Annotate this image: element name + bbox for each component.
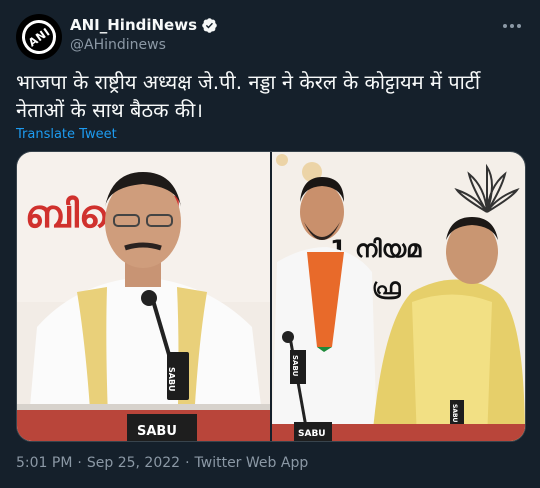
photo-1-desk-label: SABU xyxy=(137,424,177,439)
author-name-row[interactable]: ANI_HindiNews xyxy=(70,16,218,34)
author-display-name[interactable]: ANI_HindiNews xyxy=(70,16,197,34)
tweet-meta: 5:01 PM · Sep 25, 2022 · Twitter Web App xyxy=(16,455,308,471)
tweet-source[interactable]: Twitter Web App xyxy=(195,455,309,471)
avatar[interactable]: ANI xyxy=(16,14,62,60)
photo-1[interactable]: ബിജെപി SABU SABU xyxy=(17,152,270,441)
author-handle[interactable]: @AHindinews xyxy=(70,37,166,53)
meta-separator: · xyxy=(77,455,82,471)
more-options-button[interactable] xyxy=(500,14,524,38)
tweet-time[interactable]: 5:01 PM xyxy=(16,455,72,471)
photo-2-image: 1 നിയമ ഫ്ര SABU SABU SABU xyxy=(272,152,525,441)
ani-logo: ANI xyxy=(16,14,62,60)
meta-separator: · xyxy=(185,455,190,471)
translate-tweet-link[interactable]: Translate Tweet xyxy=(16,127,117,142)
photo-1-mic-label: SABU xyxy=(167,367,176,392)
photo-2[interactable]: 1 നിയമ ഫ്ര SABU SABU SABU xyxy=(272,152,525,441)
tweet-text: भाजपा के राष्ट्रीय अध्यक्ष जे.पी. नड्डा … xyxy=(16,70,481,122)
media-grid[interactable]: ബിജെപി SABU SABU 1 നിയമ ഫ്ര SABU SABU SA… xyxy=(16,151,526,442)
tweet-date[interactable]: Sep 25, 2022 xyxy=(87,455,180,471)
tweet[interactable]: ANI ANI_HindiNews @AHindinews भाजपा के र… xyxy=(0,0,540,488)
avatar-logo-text: ANI xyxy=(25,24,53,50)
photo-2-banner-line2: ഫ്ര xyxy=(372,275,401,300)
photo-2-desk-label: SABU xyxy=(298,429,326,439)
photo-2-mic2-label: SABU xyxy=(451,404,458,423)
verified-badge-icon xyxy=(202,17,217,33)
photo-2-mic-label: SABU xyxy=(291,355,299,377)
more-icon xyxy=(503,24,521,28)
photo-1-image: ബിജെപി SABU SABU xyxy=(17,152,270,441)
